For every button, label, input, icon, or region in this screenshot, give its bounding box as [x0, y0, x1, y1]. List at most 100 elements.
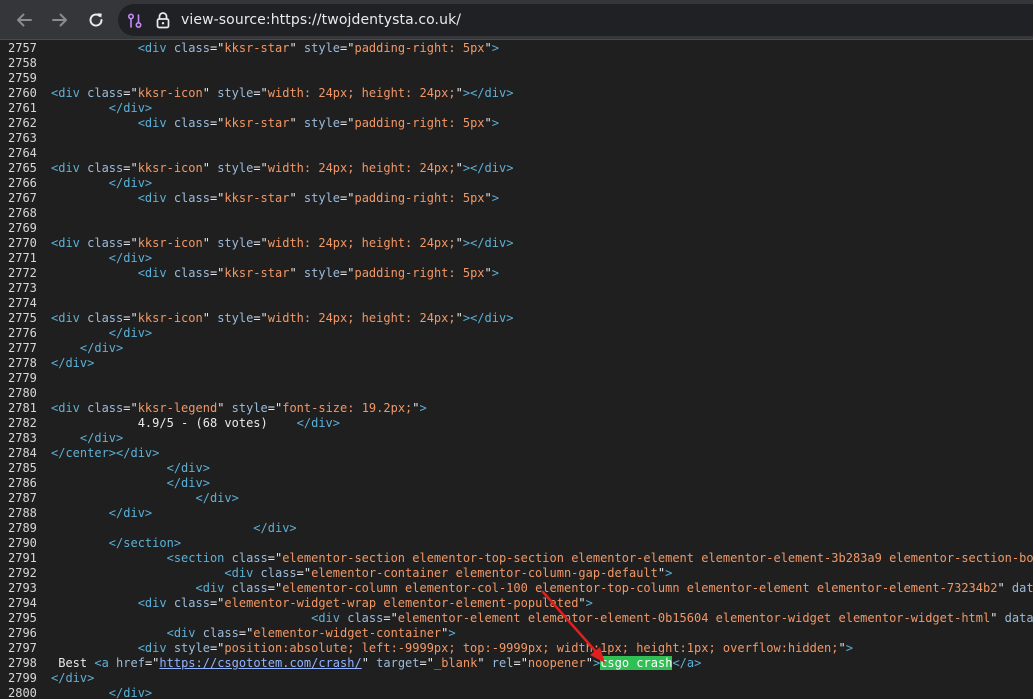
code-attribute-value: width: 24px; height: 24px; — [267, 236, 456, 250]
code-text: " — [455, 161, 463, 175]
page-source-view: 2757 <div class="kksr-star" style="paddi… — [0, 41, 1033, 699]
code-attribute: class — [87, 401, 124, 415]
line-number: 2780 — [8, 386, 37, 400]
code-text: =" — [253, 236, 268, 250]
code-attribute: style — [303, 266, 341, 280]
code-attribute-value: padding-right: 5px — [354, 266, 485, 280]
code-tag: ></div> — [462, 161, 514, 175]
code-attribute: class — [260, 566, 297, 580]
line-number: 2784 — [8, 446, 37, 460]
line-number: 2788 — [8, 506, 37, 520]
forward-button[interactable] — [48, 8, 72, 32]
source-line: 2779 — [0, 371, 51, 386]
source-line: 2773 — [0, 281, 51, 296]
code-tag: > — [845, 641, 853, 655]
reload-button[interactable] — [84, 8, 108, 32]
code-tag: ></div> — [462, 86, 514, 100]
code-text: =" — [209, 641, 225, 655]
code-attribute: style — [303, 191, 341, 205]
line-number: 2783 — [8, 431, 37, 445]
code-text: =" — [209, 191, 225, 205]
code-tag: <div — [224, 566, 261, 580]
source-line: 2758 — [0, 56, 51, 71]
source-line: 2776 </div> — [0, 326, 152, 341]
code-text: =" — [267, 581, 283, 595]
line-number: 2779 — [8, 371, 37, 385]
code-attribute: style — [217, 161, 254, 175]
code-text: " — [997, 581, 1012, 595]
code-tag: <div — [137, 191, 174, 205]
source-line: 2789 </div> — [0, 521, 297, 536]
source-line: 2772 <div class="kksr-star" style="paddi… — [0, 266, 499, 281]
source-line: 2771 </div> — [0, 251, 152, 266]
code-tag: > — [491, 41, 499, 55]
line-number: 2771 — [8, 251, 37, 265]
line-number: 2770 — [8, 236, 37, 250]
line-number: 2760 — [8, 86, 37, 100]
lock-icon[interactable] — [155, 11, 171, 33]
source-line: 2799 </div> — [0, 671, 94, 686]
code-attribute-value: position:absolute; left:-9999px; top:-99… — [224, 641, 839, 655]
code-text: " — [289, 41, 304, 55]
source-link[interactable]: https://csgototem.com/crash/ — [159, 656, 361, 670]
url-text[interactable]: view-source:https://twojdentysta.co.uk/ — [181, 10, 461, 30]
code-attribute: style — [303, 116, 341, 130]
code-attribute-value: elementor-widget-wrap elementor-element-… — [224, 596, 579, 610]
line-number: 2794 — [8, 596, 37, 610]
line-number: 2790 — [8, 536, 37, 550]
code-tag: </div> — [51, 356, 95, 370]
arrow-left-icon — [14, 10, 34, 30]
code-tag: > — [448, 626, 456, 640]
code-attribute: class — [173, 191, 210, 205]
code-text: =" — [123, 236, 138, 250]
code-text: " — [289, 116, 304, 130]
code-text: =" — [123, 401, 138, 415]
code-text: 4.9/5 - (68 votes) — [51, 416, 297, 430]
source-line: 2780 — [0, 386, 51, 401]
code-attribute: class — [173, 116, 210, 130]
code-text: " — [455, 86, 463, 100]
browser-toolbar: view-source:https://twojdentysta.co.uk/ — [0, 0, 1033, 40]
code-attribute: class — [87, 161, 124, 175]
code-attribute-value: elementor-widget-container — [253, 626, 442, 640]
code-tag: ></div> — [462, 236, 514, 250]
code-attribute: style — [217, 86, 254, 100]
line-number: 2777 — [8, 341, 37, 355]
line-number: 2762 — [8, 116, 37, 130]
code-attribute: rel — [491, 656, 514, 670]
line-number: 2776 — [8, 326, 37, 340]
code-text: " — [412, 401, 420, 415]
code-attribute-value: kksr-legend — [137, 401, 218, 415]
tune-icon[interactable] — [126, 12, 144, 34]
source-line: 2792 <div class="elementor-container ele… — [0, 566, 672, 581]
code-tag: </div> — [195, 491, 239, 505]
source-line: 2768 — [0, 206, 51, 221]
source-line: 2775 <div class="kksr-icon" style="width:… — [0, 311, 513, 326]
back-button[interactable] — [12, 8, 36, 32]
address-bar[interactable]: view-source:https://twojdentysta.co.uk/ — [118, 4, 1033, 36]
line-number: 2796 — [8, 626, 37, 640]
code-attribute-value: kksr-star — [224, 191, 290, 205]
code-attribute-value: kksr-icon — [137, 236, 203, 250]
code-text: " — [484, 41, 492, 55]
code-attribute-value: elementor-section elementor-top-section … — [282, 551, 1033, 565]
code-attribute: style — [217, 236, 254, 250]
line-number: 2793 — [8, 581, 37, 595]
code-attribute-value: width: 24px; height: 24px; — [267, 311, 456, 325]
source-line: 2774 — [0, 296, 51, 311]
code-attribute: data-id — [1011, 581, 1033, 595]
code-tag: <div — [51, 401, 88, 415]
source-line: 2766 </div> — [0, 176, 152, 191]
code-attribute-value: kksr-icon — [137, 311, 203, 325]
